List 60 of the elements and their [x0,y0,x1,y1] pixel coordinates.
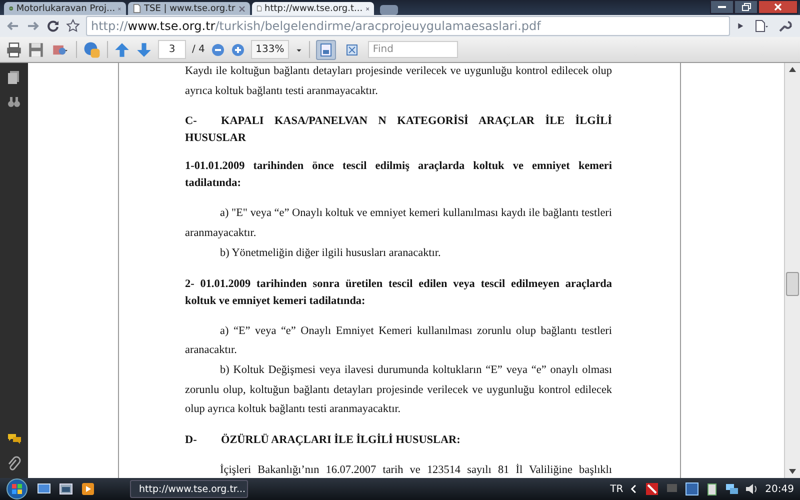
forward-icon[interactable] [26,19,40,33]
find-field[interactable]: Find [368,41,458,58]
next-page-icon[interactable] [136,42,152,58]
body-paragraph: Kaydı ile koltuğun bağlantı detayları projesinde verilecek ve uygunluğu kontrol edilecek olup ayrıca koltuk bağlantı testi aranmayacaktır. [185,64,612,99]
browser-tab[interactable]: TSE | www.tse.org.tr [128,2,250,15]
minimize-button[interactable] [710,0,734,14]
desktop-icon[interactable] [36,482,52,496]
save-icon[interactable] [28,42,44,58]
page-number-field[interactable]: 3 [158,40,186,59]
address-field[interactable]: http://www.tse.org.tr/turkish/belgelendirme/aracprojeuygulamaesaslari.pdf [86,16,730,36]
star-icon[interactable] [66,19,80,33]
body-paragraph: b) Yönetmeliğin diğer ilgili hususları aranacaktır. [219,246,442,261]
close-icon[interactable] [239,6,245,12]
restore-button[interactable] [734,0,758,14]
scroll-down-icon[interactable] [789,469,796,474]
back-icon[interactable] [6,19,20,33]
body-paragraph: İçişleri Bakanlığı’nın 16.07.2007 tarih ve 123514 sayılı 81 İl Valiliğine başlıklı [219,462,612,478]
taskbar-button[interactable]: http://www.tse.org.tr... [130,480,248,498]
globe-icon [9,4,14,13]
language-indicator[interactable]: TR [610,484,624,494]
subsection-heading: 1-01.01.2009 tarihinden önce tescil edilmiş araçlarda koltuk ve emniyet kemeri tadilatında: [185,159,612,192]
restore-icon [742,3,750,11]
computers-icon[interactable] [725,482,740,496]
subsection-heading: 2- 01.01.2009 tarihinden sonra üretilen tescil edilen veya tescil edilmeyen araçlarda koltuk ve emniyet kemeri tadilatında: [185,276,612,309]
page-icon [133,4,141,13]
body-paragraph: b) Koltuk Değişmesi veya ilavesi durumunda koltukların “E” veya “e” onaylı olması zorunlu olup, koltuğun bağlantı detayları projesinde verilecek ve uygunluğu kontrol edilecek olup ayrıca koltuk bağlantı testi aranmayacaktır. [185,362,612,418]
media-player-icon[interactable] [80,482,96,496]
window-icon[interactable] [58,482,74,496]
start-button[interactable] [4,478,30,500]
scroll-up-icon[interactable] [789,67,796,72]
reload-icon[interactable] [46,19,60,33]
browser-tab[interactable]: http://www.tse.org.t... [252,2,374,15]
scrollbar-thumb[interactable] [786,272,799,296]
fit-page-icon [344,42,359,56]
page-icon [257,4,262,13]
zoom-field[interactable]: 133% [250,40,289,59]
single-page-icon [318,42,333,56]
new-tab-button[interactable] [380,5,398,15]
zoom-in-icon[interactable] [230,42,245,56]
speaker-icon[interactable] [745,482,760,496]
body-paragraph: a) "E" veya “e” Onaylı koltuk ve emniyet kemeri kullanılması kaydı ile bağlantı testleri aranmayacaktır. [185,206,612,242]
print-icon[interactable] [6,42,22,58]
paperclip-icon[interactable] [7,456,21,472]
minimize-icon [718,6,726,8]
section-heading: D- ÖZÜRLÜ ARAÇLARI İLE İLGİLİ HUSUSLAR: [185,432,462,448]
close-button[interactable] [758,0,798,14]
comments-icon[interactable] [6,432,22,446]
clock: 20:49 [765,484,794,494]
binoculars-icon[interactable] [7,95,21,109]
close-icon[interactable] [118,6,121,12]
previous-page-icon[interactable] [114,42,130,58]
pages-icon[interactable] [7,69,21,85]
zoom-out-icon[interactable] [210,42,225,56]
browser-tab[interactable]: Motorlukaravan Proj... [4,2,126,15]
body-paragraph: a) “E” veya “e” Onaylı Emniyet Kemeri kullanılması zorunlu olup bağlantı testleri aranacaktır. [185,324,612,358]
close-icon[interactable] [366,6,369,12]
close-icon [774,3,782,11]
page-count: / 4 [192,44,205,55]
section-heading: C- KAPALI KASA/PANELVAN N KATEGORİSİ ARAÇLAR İLE İLGİLİ HUSUSLAR [185,114,612,146]
single-page-button[interactable] [316,40,336,60]
